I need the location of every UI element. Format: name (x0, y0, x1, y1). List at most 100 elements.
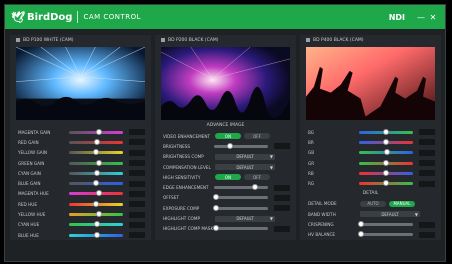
color-slider[interactable] (358, 149, 414, 156)
slider-thumb[interactable] (93, 180, 100, 187)
color-slider[interactable] (358, 180, 414, 187)
slider-label: BR (308, 139, 314, 145)
close-button[interactable]: ✕ (427, 13, 439, 22)
dropdown-select[interactable]: DEFAULT ▼ (215, 215, 275, 222)
toggle-on-button[interactable]: ON (215, 174, 241, 181)
value-field[interactable] (419, 129, 436, 136)
color-slider[interactable] (68, 200, 124, 207)
slider-thumb[interactable] (383, 138, 390, 145)
value-field[interactable] (419, 231, 436, 238)
slider-label: GB (308, 150, 315, 156)
camera-preview[interactable] (16, 47, 145, 121)
color-slider[interactable] (358, 138, 414, 145)
slider-label: BLUE GAIN (18, 181, 41, 187)
slider-thumb[interactable] (94, 231, 101, 238)
value-field[interactable] (129, 211, 146, 218)
color-slider[interactable] (358, 159, 414, 166)
slider-thumb[interactable] (94, 221, 101, 228)
control-slider[interactable] (213, 204, 269, 211)
toggle-off-button[interactable]: OFF (244, 174, 270, 181)
control-slider[interactable] (213, 184, 269, 191)
slider-thumb[interactable] (95, 128, 102, 135)
dropdown-select[interactable]: DEFAULT ▼ (215, 164, 275, 171)
chevron-down-icon: ▼ (269, 154, 273, 160)
value-field[interactable] (129, 160, 146, 167)
value-field[interactable] (419, 149, 436, 156)
color-slider[interactable] (68, 149, 124, 156)
dropdown-select[interactable]: DEFAULT ▼ (215, 153, 275, 160)
value-field[interactable] (274, 143, 291, 150)
dropdown-select[interactable]: DEFAULT ▼ (360, 211, 420, 218)
slider-thumb[interactable] (94, 169, 101, 176)
slider-thumb[interactable] (94, 138, 101, 145)
value-field[interactable] (129, 190, 146, 197)
control-label: DETAIL MODE (308, 201, 337, 207)
value-field[interactable] (129, 139, 146, 146)
toggle-off-button[interactable]: OFF (244, 133, 270, 140)
color-slider[interactable] (68, 231, 124, 238)
control-slider[interactable] (213, 194, 269, 201)
value-field[interactable] (274, 205, 291, 212)
value-field[interactable] (419, 170, 436, 177)
slider-thumb[interactable] (95, 211, 102, 218)
value-field[interactable] (274, 225, 291, 232)
control-label: HIGHLIGHT COMP MASK (163, 226, 214, 232)
slider-thumb[interactable] (227, 142, 234, 149)
slider-thumb[interactable] (251, 184, 258, 191)
slider-thumb[interactable] (358, 221, 365, 228)
color-slider[interactable] (68, 169, 124, 176)
control-row: EDGE ENHANCEMENT (155, 182, 296, 192)
color-slider[interactable] (68, 190, 124, 197)
bird-icon: 🕊 (11, 10, 25, 24)
slider-thumb[interactable] (95, 190, 102, 197)
color-slider[interactable] (68, 138, 124, 145)
toggle-on-button[interactable]: ON (215, 133, 241, 140)
control-row: DETAIL MODE AUTO MANUAL (300, 199, 441, 209)
value-field[interactable] (419, 221, 436, 228)
value-field[interactable] (129, 170, 146, 177)
color-slider[interactable] (68, 128, 124, 135)
control-slider[interactable] (213, 225, 269, 232)
slider-thumb[interactable] (93, 149, 100, 156)
value-field[interactable] (419, 160, 436, 167)
slider-thumb[interactable] (383, 169, 390, 176)
slider-thumb[interactable] (384, 149, 391, 156)
color-slider[interactable] (68, 159, 124, 166)
slider-thumb[interactable] (358, 231, 365, 238)
slider-thumb[interactable] (213, 194, 220, 201)
control-slider[interactable] (358, 221, 414, 228)
value-field[interactable] (274, 194, 291, 201)
color-slider[interactable] (68, 211, 124, 218)
camera-preview[interactable] (161, 47, 290, 121)
slider-thumb[interactable] (213, 204, 220, 211)
value-field[interactable] (129, 149, 146, 156)
color-slider[interactable] (68, 221, 124, 228)
panel-header: BD P100 WHITE (CAM) (10, 35, 151, 45)
control-slider[interactable] (358, 231, 414, 238)
value-field[interactable] (419, 139, 436, 146)
color-slider[interactable] (358, 169, 414, 176)
value-field[interactable] (129, 180, 146, 187)
value-field[interactable] (274, 184, 291, 191)
slider-thumb[interactable] (213, 225, 220, 232)
value-field[interactable] (129, 221, 146, 228)
control-slider[interactable] (213, 142, 269, 149)
slider-row: CYAN HUE (10, 220, 151, 230)
control-row: BRIGHTNESS (155, 141, 296, 151)
camera-preview[interactable] (306, 47, 435, 121)
slider-thumb[interactable] (93, 200, 100, 207)
value-field[interactable] (419, 180, 436, 187)
toggle-off-button[interactable]: MANUAL (389, 200, 415, 207)
toggle-on-button[interactable]: AUTO (360, 200, 386, 207)
minimize-button[interactable]: — (415, 13, 427, 22)
slider-thumb[interactable] (383, 159, 390, 166)
color-slider[interactable] (68, 180, 124, 187)
slider-thumb[interactable] (383, 128, 390, 135)
slider-thumb[interactable] (95, 159, 102, 166)
slider-thumb[interactable] (383, 180, 390, 187)
color-slider[interactable] (358, 128, 414, 135)
value-field[interactable] (129, 201, 146, 208)
concert-crowd-preview (161, 47, 290, 121)
value-field[interactable] (129, 232, 146, 239)
value-field[interactable] (129, 129, 146, 136)
